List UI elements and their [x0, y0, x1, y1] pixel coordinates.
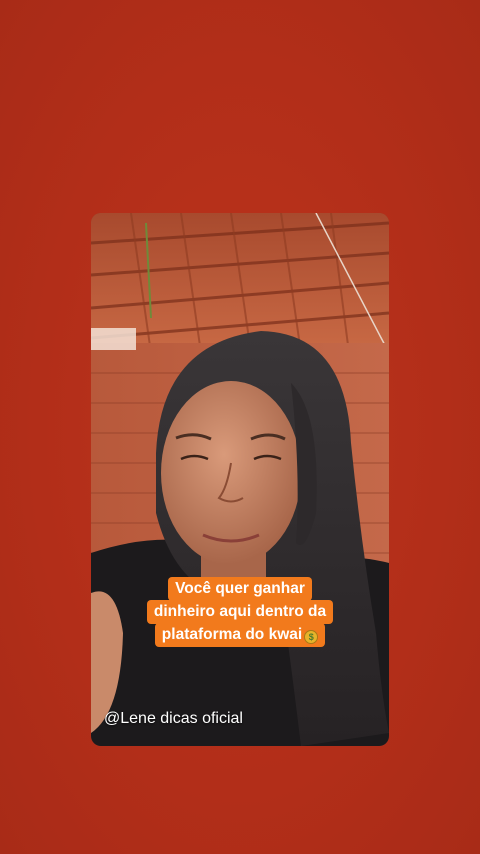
video-frame[interactable]: Você quer ganhar dinheiro aqui dentro da…	[91, 213, 389, 746]
author-watermark: @Lene dicas oficial	[104, 710, 243, 727]
video-caption: Você quer ganhar dinheiro aqui dentro da…	[91, 577, 389, 647]
caption-line-3-text: plataforma do kwai	[161, 626, 303, 643]
caption-line-3: plataforma do kwai $	[154, 623, 326, 647]
video-scene	[91, 213, 389, 746]
caption-line-1: Você quer ganhar	[168, 577, 312, 601]
caption-line-2: dinheiro aqui dentro da	[146, 600, 334, 624]
money-bag-icon: $	[304, 630, 319, 644]
